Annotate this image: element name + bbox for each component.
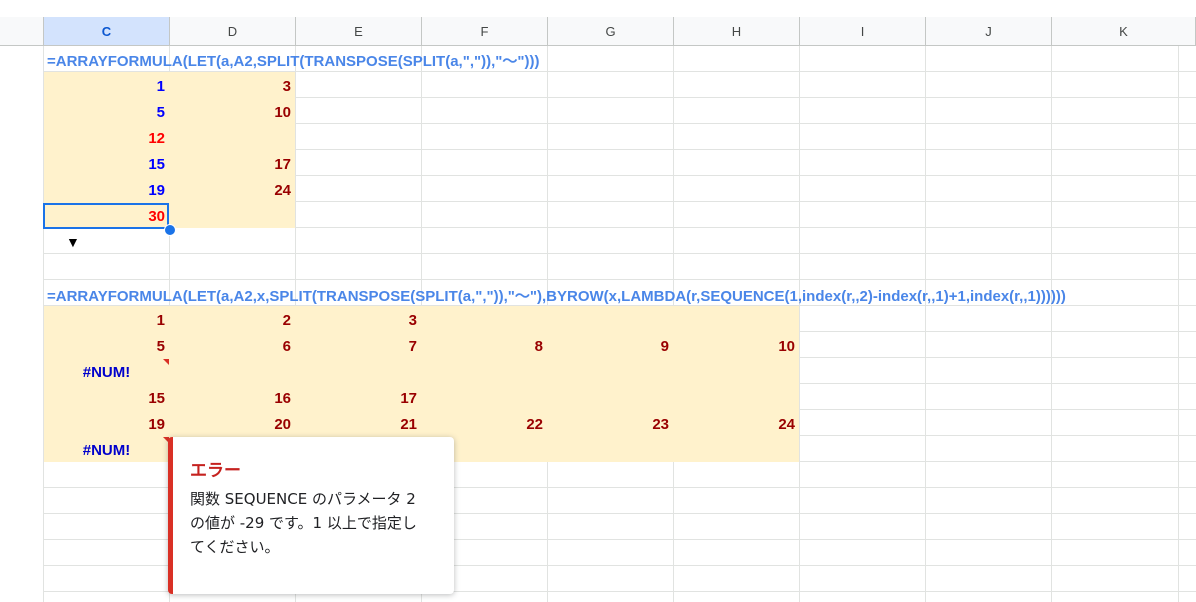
fill-handle[interactable] [164, 224, 176, 236]
sequence-cell[interactable]: 5 [44, 333, 169, 359]
corner-header[interactable] [0, 17, 44, 46]
column-header-k[interactable]: K [1052, 17, 1196, 46]
sequence-cell[interactable]: 6 [170, 333, 295, 359]
sequence-cell[interactable]: 21 [296, 411, 421, 437]
column-header-e[interactable]: E [296, 17, 422, 46]
column-header-f[interactable]: F [422, 17, 548, 46]
error-popup: エラー 関数 SEQUENCE のパラメータ 2 の値が -29 です。1 以上… [168, 437, 454, 594]
sequence-cell[interactable]: 15 [44, 385, 169, 411]
gridline-vertical [1178, 46, 1179, 602]
sequence-cell[interactable]: 1 [44, 307, 169, 333]
selected-cell[interactable] [43, 203, 169, 229]
cell-c-value[interactable]: 5 [44, 99, 169, 125]
column-header-j[interactable]: J [926, 17, 1052, 46]
toolbar-strip [0, 0, 1196, 17]
error-popup-message: 関数 SEQUENCE のパラメータ 2 の値が -29 です。1 以上で指定し… [190, 490, 417, 556]
gridline-vertical [1051, 46, 1052, 602]
sequence-cell[interactable]: 19 [44, 411, 169, 437]
gridline-vertical [799, 46, 800, 602]
column-header-d[interactable]: D [170, 17, 296, 46]
column-header-g[interactable]: G [548, 17, 674, 46]
row-gutter [0, 46, 44, 602]
sequence-cell[interactable]: 17 [296, 385, 421, 411]
error-indicator-icon[interactable] [163, 359, 169, 365]
column-header-h[interactable]: H [674, 17, 800, 46]
gridline-vertical [925, 46, 926, 602]
sequence-cell[interactable]: 10 [674, 333, 799, 359]
error-cell[interactable]: #NUM! [44, 437, 169, 463]
gridline-horizontal [44, 279, 1196, 280]
sequence-cell[interactable]: 7 [296, 333, 421, 359]
cell-c-value[interactable]: 15 [44, 151, 169, 177]
spreadsheet-grid: CDEFGHIJK =ARRAYFORMULA(LET(a,A2,SPLIT(T… [0, 0, 1196, 602]
sequence-cell[interactable]: 8 [422, 333, 547, 359]
cell-d-value[interactable]: 24 [170, 177, 295, 203]
cell-d-value[interactable] [170, 203, 295, 229]
cell-d-value[interactable]: 17 [170, 151, 295, 177]
error-cell[interactable]: #NUM! [44, 359, 169, 385]
column-header-c[interactable]: C [44, 17, 170, 46]
sequence-cell[interactable]: 9 [548, 333, 673, 359]
sequence-cell[interactable]: 16 [170, 385, 295, 411]
cell-d-value[interactable]: 10 [170, 99, 295, 125]
cell-c-value[interactable]: 19 [44, 177, 169, 203]
sequence-cell[interactable]: 22 [422, 411, 547, 437]
sequence-cell[interactable]: 23 [548, 411, 673, 437]
dropdown-arrow-icon[interactable]: ▼ [66, 234, 80, 250]
cell-c-value[interactable]: 1 [44, 73, 169, 99]
formula-cell-2[interactable]: =ARRAYFORMULA(LET(a,A2,x,SPLIT(TRANSPOSE… [44, 282, 1066, 308]
sequence-cell[interactable]: 20 [170, 411, 295, 437]
formula-cell-1[interactable]: =ARRAYFORMULA(LET(a,A2,SPLIT(TRANSPOSE(S… [44, 47, 539, 73]
cell-d-value[interactable] [170, 125, 295, 151]
cell-c-value[interactable]: 12 [44, 125, 169, 151]
gridline-horizontal [44, 253, 1196, 254]
error-popup-title: エラー [190, 461, 241, 480]
cell-d-value[interactable]: 3 [170, 73, 295, 99]
sequence-cell[interactable]: 3 [296, 307, 421, 333]
sequence-cell[interactable]: 2 [170, 307, 295, 333]
column-header-i[interactable]: I [800, 17, 926, 46]
sequence-cell[interactable]: 24 [674, 411, 799, 437]
